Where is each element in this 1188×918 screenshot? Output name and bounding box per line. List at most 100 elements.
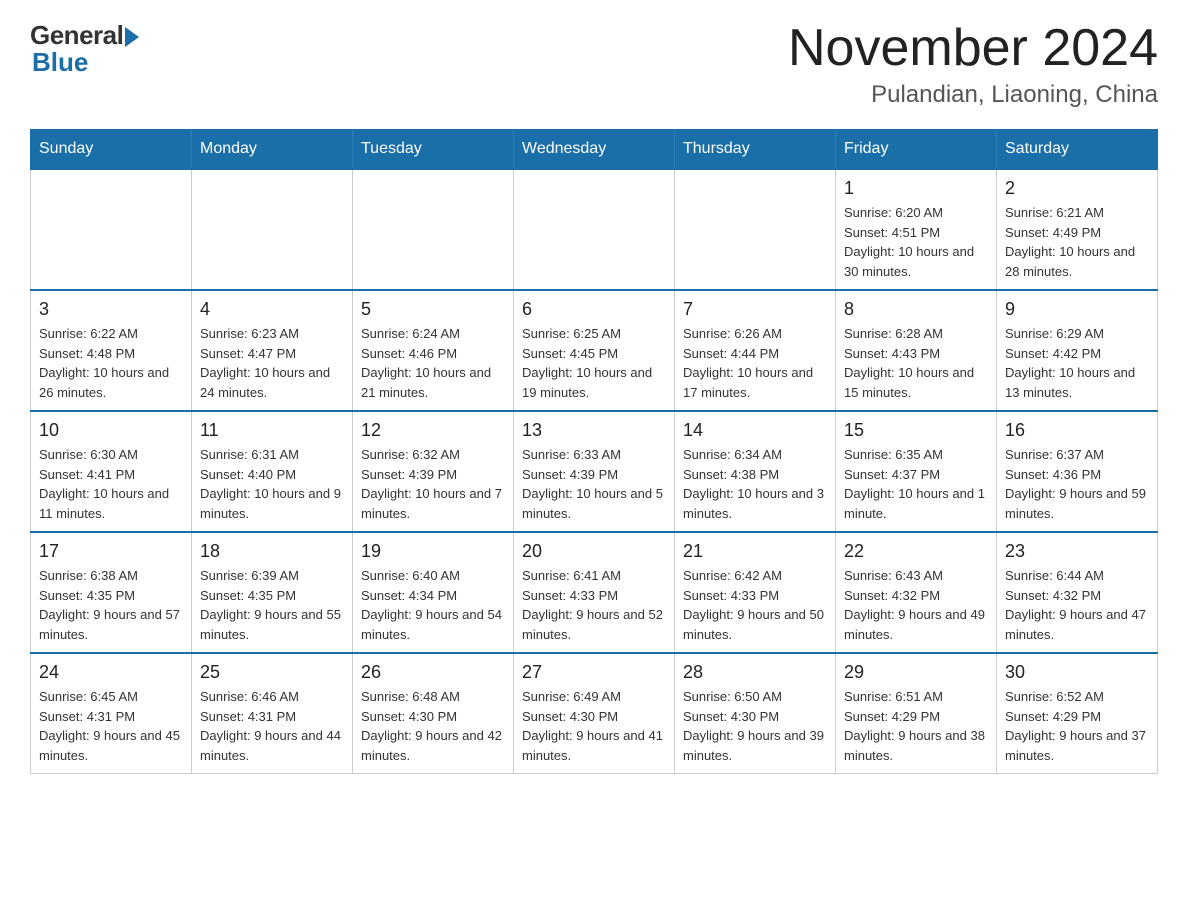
calendar-cell: 8 Sunrise: 6:28 AMSunset: 4:43 PMDaylight… — [836, 290, 997, 411]
day-info: Sunrise: 6:35 AMSunset: 4:37 PMDaylight:… — [844, 445, 988, 523]
day-info: Sunrise: 6:28 AMSunset: 4:43 PMDaylight:… — [844, 324, 988, 402]
logo-blue-text: Blue — [32, 47, 88, 78]
day-number: 3 — [39, 299, 183, 320]
location-subtitle: Pulandian, Liaoning, China — [788, 81, 1158, 109]
weekday-header-thursday: Thursday — [675, 130, 836, 170]
day-info: Sunrise: 6:42 AMSunset: 4:33 PMDaylight:… — [683, 566, 827, 644]
calendar-cell — [31, 169, 192, 290]
day-info: Sunrise: 6:38 AMSunset: 4:35 PMDaylight:… — [39, 566, 183, 644]
calendar-cell: 6 Sunrise: 6:25 AMSunset: 4:45 PMDaylight… — [514, 290, 675, 411]
calendar-cell: 2 Sunrise: 6:21 AMSunset: 4:49 PMDaylight… — [997, 169, 1158, 290]
day-info: Sunrise: 6:26 AMSunset: 4:44 PMDaylight:… — [683, 324, 827, 402]
day-info: Sunrise: 6:32 AMSunset: 4:39 PMDaylight:… — [361, 445, 505, 523]
calendar-cell — [514, 169, 675, 290]
day-info: Sunrise: 6:43 AMSunset: 4:32 PMDaylight:… — [844, 566, 988, 644]
day-info: Sunrise: 6:45 AMSunset: 4:31 PMDaylight:… — [39, 687, 183, 765]
calendar-cell — [192, 169, 353, 290]
day-number: 29 — [844, 662, 988, 683]
calendar-cell: 28Sunrise: 6:50 AMSunset: 4:30 PMDayligh… — [675, 653, 836, 774]
day-info: Sunrise: 6:41 AMSunset: 4:33 PMDaylight:… — [522, 566, 666, 644]
calendar-cell — [675, 169, 836, 290]
day-number: 19 — [361, 541, 505, 562]
day-number: 8 — [844, 299, 988, 320]
calendar-cell: 22 Sunrise: 6:43 AMSunset: 4:32 PMDayligh… — [836, 532, 997, 653]
day-number: 6 — [522, 299, 666, 320]
calendar-cell: 13Sunrise: 6:33 AMSunset: 4:39 PMDayligh… — [514, 411, 675, 532]
calendar-cell: 24 Sunrise: 6:45 AMSunset: 4:31 PMDayligh… — [31, 653, 192, 774]
day-number: 26 — [361, 662, 505, 683]
day-number: 7 — [683, 299, 827, 320]
day-number: 17 — [39, 541, 183, 562]
calendar-cell: 10Sunrise: 6:30 AMSunset: 4:41 PMDayligh… — [31, 411, 192, 532]
calendar-cell: 16Sunrise: 6:37 AMSunset: 4:36 PMDayligh… — [997, 411, 1158, 532]
calendar-cell: 4Sunrise: 6:23 AMSunset: 4:47 PMDaylight… — [192, 290, 353, 411]
month-year-title: November 2024 — [788, 20, 1158, 77]
day-info: Sunrise: 6:48 AMSunset: 4:30 PMDaylight:… — [361, 687, 505, 765]
calendar-cell: 27 Sunrise: 6:49 AMSunset: 4:30 PMDayligh… — [514, 653, 675, 774]
calendar-cell — [353, 169, 514, 290]
calendar-cell: 7 Sunrise: 6:26 AMSunset: 4:44 PMDaylight… — [675, 290, 836, 411]
day-info: Sunrise: 6:34 AMSunset: 4:38 PMDaylight:… — [683, 445, 827, 523]
day-info: Sunrise: 6:23 AMSunset: 4:47 PMDaylight:… — [200, 324, 344, 402]
calendar-cell: 30 Sunrise: 6:52 AMSunset: 4:29 PMDayligh… — [997, 653, 1158, 774]
weekday-header-friday: Friday — [836, 130, 997, 170]
calendar-cell: 9 Sunrise: 6:29 AMSunset: 4:42 PMDaylight… — [997, 290, 1158, 411]
day-number: 1 — [844, 178, 988, 199]
calendar-cell: 1 Sunrise: 6:20 AMSunset: 4:51 PMDaylight… — [836, 169, 997, 290]
day-number: 20 — [522, 541, 666, 562]
weekday-header-tuesday: Tuesday — [353, 130, 514, 170]
calendar-cell: 19 Sunrise: 6:40 AMSunset: 4:34 PMDayligh… — [353, 532, 514, 653]
calendar-cell: 15 Sunrise: 6:35 AMSunset: 4:37 PMDayligh… — [836, 411, 997, 532]
day-number: 25 — [200, 662, 344, 683]
calendar-cell: 29 Sunrise: 6:51 AMSunset: 4:29 PMDayligh… — [836, 653, 997, 774]
logo-triangle-icon — [125, 27, 139, 47]
day-info: Sunrise: 6:44 AMSunset: 4:32 PMDaylight:… — [1005, 566, 1149, 644]
day-info: Sunrise: 6:31 AMSunset: 4:40 PMDaylight:… — [200, 445, 344, 523]
day-info: Sunrise: 6:46 AMSunset: 4:31 PMDaylight:… — [200, 687, 344, 765]
weekday-header-monday: Monday — [192, 130, 353, 170]
calendar-cell: 21 Sunrise: 6:42 AMSunset: 4:33 PMDayligh… — [675, 532, 836, 653]
day-number: 22 — [844, 541, 988, 562]
calendar-cell: 26 Sunrise: 6:48 AMSunset: 4:30 PMDayligh… — [353, 653, 514, 774]
calendar-cell: 20 Sunrise: 6:41 AMSunset: 4:33 PMDayligh… — [514, 532, 675, 653]
day-info: Sunrise: 6:30 AMSunset: 4:41 PMDaylight:… — [39, 445, 183, 523]
day-number: 30 — [1005, 662, 1149, 683]
day-number: 12 — [361, 420, 505, 441]
day-number: 21 — [683, 541, 827, 562]
day-info: Sunrise: 6:37 AMSunset: 4:36 PMDaylight:… — [1005, 445, 1149, 523]
week-row-3: 10Sunrise: 6:30 AMSunset: 4:41 PMDayligh… — [31, 411, 1158, 532]
day-info: Sunrise: 6:25 AMSunset: 4:45 PMDaylight:… — [522, 324, 666, 402]
day-info: Sunrise: 6:39 AMSunset: 4:35 PMDaylight:… — [200, 566, 344, 644]
calendar-cell: 14 Sunrise: 6:34 AMSunset: 4:38 PMDayligh… — [675, 411, 836, 532]
day-number: 14 — [683, 420, 827, 441]
calendar-cell: 17 Sunrise: 6:38 AMSunset: 4:35 PMDayligh… — [31, 532, 192, 653]
day-info: Sunrise: 6:40 AMSunset: 4:34 PMDaylight:… — [361, 566, 505, 644]
calendar-table: SundayMondayTuesdayWednesdayThursdayFrid… — [30, 129, 1158, 774]
day-info: Sunrise: 6:24 AMSunset: 4:46 PMDaylight:… — [361, 324, 505, 402]
day-number: 15 — [844, 420, 988, 441]
calendar-cell: 3 Sunrise: 6:22 AMSunset: 4:48 PMDaylight… — [31, 290, 192, 411]
day-number: 24 — [39, 662, 183, 683]
calendar-cell: 23 Sunrise: 6:44 AMSunset: 4:32 PMDayligh… — [997, 532, 1158, 653]
day-info: Sunrise: 6:50 AMSunset: 4:30 PMDaylight:… — [683, 687, 827, 765]
day-number: 5 — [361, 299, 505, 320]
day-info: Sunrise: 6:22 AMSunset: 4:48 PMDaylight:… — [39, 324, 183, 402]
weekday-header-saturday: Saturday — [997, 130, 1158, 170]
page-header: General Blue November 2024 Pulandian, Li… — [30, 20, 1158, 109]
day-number: 23 — [1005, 541, 1149, 562]
day-info: Sunrise: 6:20 AMSunset: 4:51 PMDaylight:… — [844, 203, 988, 281]
day-info: Sunrise: 6:49 AMSunset: 4:30 PMDaylight:… — [522, 687, 666, 765]
day-info: Sunrise: 6:51 AMSunset: 4:29 PMDaylight:… — [844, 687, 988, 765]
title-block: November 2024 Pulandian, Liaoning, China — [788, 20, 1158, 109]
day-number: 13 — [522, 420, 666, 441]
calendar-cell: 5 Sunrise: 6:24 AMSunset: 4:46 PMDaylight… — [353, 290, 514, 411]
day-info: Sunrise: 6:52 AMSunset: 4:29 PMDaylight:… — [1005, 687, 1149, 765]
day-info: Sunrise: 6:29 AMSunset: 4:42 PMDaylight:… — [1005, 324, 1149, 402]
day-number: 9 — [1005, 299, 1149, 320]
day-info: Sunrise: 6:21 AMSunset: 4:49 PMDaylight:… — [1005, 203, 1149, 281]
calendar-cell: 25 Sunrise: 6:46 AMSunset: 4:31 PMDayligh… — [192, 653, 353, 774]
day-number: 2 — [1005, 178, 1149, 199]
week-row-1: 1 Sunrise: 6:20 AMSunset: 4:51 PMDaylight… — [31, 169, 1158, 290]
day-number: 27 — [522, 662, 666, 683]
calendar-cell: 11Sunrise: 6:31 AMSunset: 4:40 PMDayligh… — [192, 411, 353, 532]
